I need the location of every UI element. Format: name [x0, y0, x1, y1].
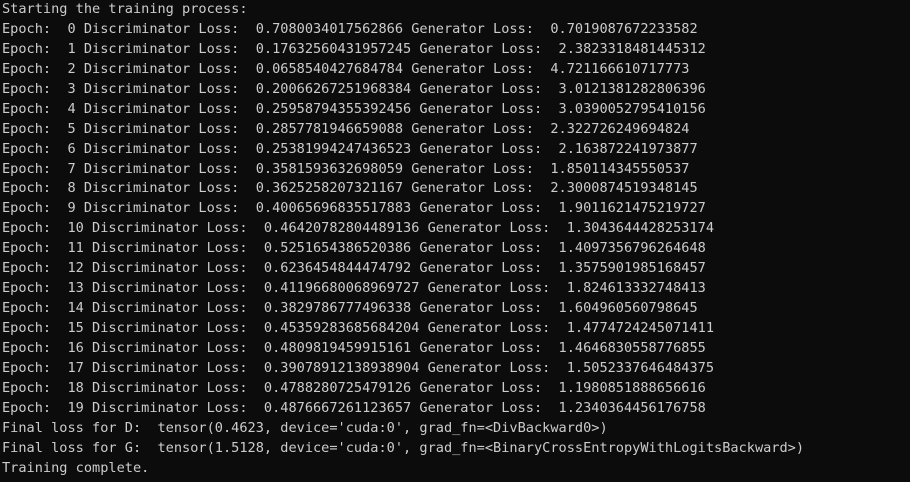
epoch-line: Epoch: 9 Discriminator Loss: 0.400656968…	[2, 200, 706, 217]
epoch-line: Epoch: 1 Discriminator Loss: 0.176325604…	[2, 40, 706, 57]
final-loss-d-line: Final loss for D: tensor(0.4623, device=…	[2, 419, 608, 436]
epoch-line: Epoch: 17 Discriminator Loss: 0.39078912…	[2, 359, 715, 376]
epoch-line: Epoch: 8 Discriminator Loss: 0.362525820…	[2, 180, 698, 197]
footer-line: Training complete.	[2, 459, 150, 476]
epoch-line: Epoch: 19 Discriminator Loss: 0.48766672…	[2, 399, 706, 416]
epoch-line: Epoch: 2 Discriminator Loss: 0.065854042…	[2, 60, 690, 77]
epoch-line: Epoch: 6 Discriminator Loss: 0.253819942…	[2, 140, 698, 157]
epoch-line: Epoch: 18 Discriminator Loss: 0.47882807…	[2, 379, 706, 396]
epoch-line: Epoch: 5 Discriminator Loss: 0.285778194…	[2, 120, 690, 137]
epoch-line: Epoch: 16 Discriminator Loss: 0.48098194…	[2, 339, 706, 356]
epoch-line: Epoch: 14 Discriminator Loss: 0.38297867…	[2, 300, 698, 317]
epoch-line: Epoch: 3 Discriminator Loss: 0.200662672…	[2, 80, 706, 97]
final-loss-g-line: Final loss for G: tensor(1.5128, device=…	[2, 439, 805, 456]
epoch-line: Epoch: 0 Discriminator Loss: 0.708003401…	[2, 20, 698, 37]
terminal-output[interactable]: Starting the training process: Epoch: 0 …	[0, 0, 910, 482]
epoch-line: Epoch: 15 Discriminator Loss: 0.45359283…	[2, 320, 715, 336]
epoch-line: Epoch: 10 Discriminator Loss: 0.46420782…	[2, 220, 715, 237]
epoch-line: Epoch: 12 Discriminator Loss: 0.62364548…	[2, 260, 706, 277]
epoch-line: Epoch: 13 Discriminator Loss: 0.41196680…	[2, 280, 706, 297]
epoch-line: Epoch: 11 Discriminator Loss: 0.52516543…	[2, 240, 706, 257]
header-line: Starting the training process:	[2, 1, 248, 17]
epoch-line: Epoch: 4 Discriminator Loss: 0.259587943…	[2, 100, 706, 117]
epoch-line: Epoch: 7 Discriminator Loss: 0.358159363…	[2, 160, 690, 177]
